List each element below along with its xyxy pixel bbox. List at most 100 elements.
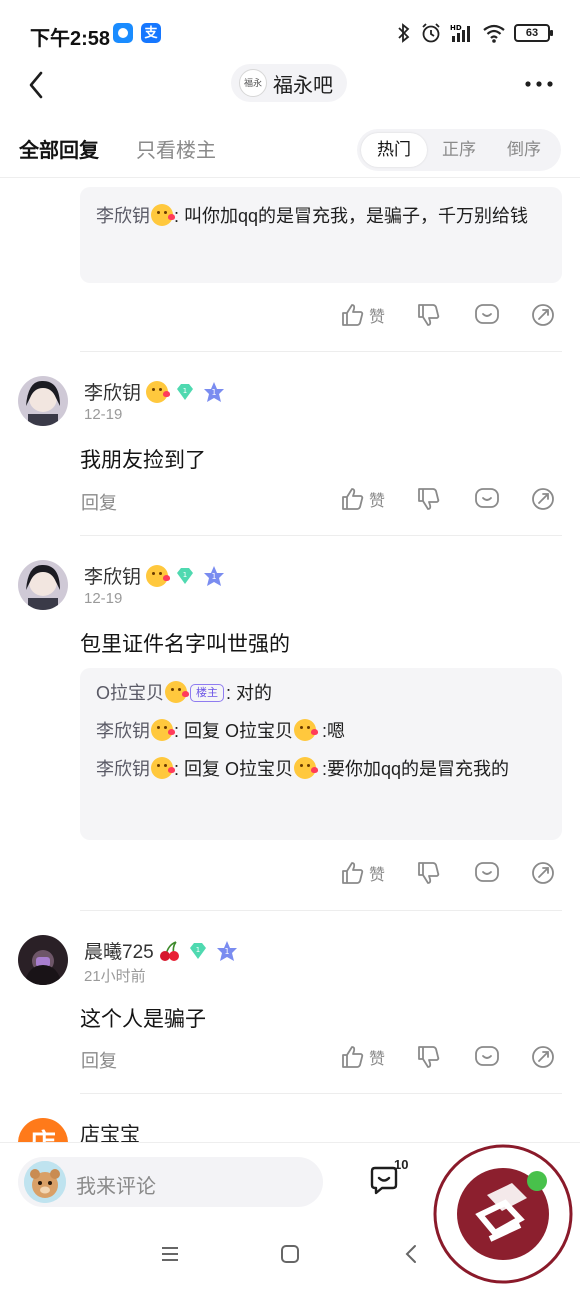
avatar[interactable]: 店 <box>18 1118 68 1142</box>
post-author[interactable]: 李欣钥 1 1 <box>84 378 225 405</box>
wifi-icon <box>483 24 505 43</box>
back-arrow-icon[interactable] <box>22 70 52 100</box>
share-icon[interactable] <box>530 486 556 512</box>
home-icon[interactable] <box>278 1242 302 1266</box>
back-icon[interactable] <box>400 1242 424 1266</box>
post-author[interactable]: 晨曦725 1 1 <box>84 937 238 964</box>
next-post-peek: 店 店宝宝 <box>0 1112 580 1142</box>
like-button[interactable]: 赞 <box>340 860 385 886</box>
sort-descending[interactable]: 倒序 <box>491 133 557 167</box>
sort-hot[interactable]: 热门 <box>361 133 427 167</box>
post-date: 21小时前 <box>84 968 146 985</box>
post-actions: 回复 赞 <box>0 482 580 522</box>
comment-icon[interactable] <box>474 860 500 886</box>
post-actions: 赞 <box>0 298 580 338</box>
status-time: 下午2:58 <box>30 28 111 50</box>
like-label: 赞 <box>369 493 386 510</box>
post-author[interactable]: 李欣钥 1 1 <box>84 562 225 589</box>
kiss-emoji-icon <box>151 204 175 226</box>
thumbs-down-icon[interactable] <box>416 486 442 512</box>
tab-op-only[interactable]: 只看楼主 <box>136 134 216 163</box>
user-avatar <box>24 1161 66 1203</box>
post-date: 12-19 <box>84 406 123 423</box>
alipay-icon: 支 <box>141 23 161 43</box>
comment-placeholder: 我来评论 <box>76 1176 156 1198</box>
level-badge-icon: 1 <box>204 565 225 586</box>
comment-icon[interactable] <box>474 302 500 328</box>
svg-text:1: 1 <box>183 387 187 395</box>
post-actions: 回复 赞 <box>0 1040 580 1080</box>
forum-avatar: 福永 <box>239 69 267 97</box>
author-name[interactable]: 李欣钥 <box>84 378 141 405</box>
sub-reply-box[interactable]: O拉宝贝 楼主: 对的 李欣钥: 回复 O拉宝贝 :嗯 李欣钥: 回复 O拉宝贝 … <box>80 668 562 840</box>
share-icon[interactable] <box>530 860 556 886</box>
kiss-emoji-icon <box>146 564 171 587</box>
svg-text:1: 1 <box>195 946 199 954</box>
forum-name: 福永吧 <box>273 74 333 97</box>
status-bar: 下午2:58 支 HD 63 <box>0 0 580 60</box>
sub-reply-author[interactable]: 李欣钥 <box>96 721 150 741</box>
tab-all-replies[interactable]: 全部回复 <box>19 134 99 163</box>
forum-pill[interactable]: 福永 福永吧 <box>231 64 347 102</box>
divider <box>80 1093 562 1094</box>
comment-icon[interactable] <box>474 486 500 512</box>
like-button[interactable]: 赞 <box>340 302 385 328</box>
like-label: 赞 <box>369 867 386 884</box>
sub-reply-author[interactable]: 李欣钥 <box>96 206 150 226</box>
kiss-emoji-icon <box>294 757 319 779</box>
post-body: 包里证件名字叫世强的 <box>80 633 290 656</box>
post-body: 这个人是骗子 <box>80 1008 206 1031</box>
sort-ascending[interactable]: 正序 <box>426 133 492 167</box>
reply-button[interactable]: 回复 <box>81 1047 117 1073</box>
battery-icon: 63 <box>514 24 553 42</box>
diamond-badge-icon: 1 <box>189 942 206 959</box>
author-name[interactable]: 晨曦725 <box>84 937 154 964</box>
reply-tabs: 全部回复 只看楼主 热门 正序 倒序 <box>0 122 580 178</box>
sub-reply-prefix: : 回复 O拉宝贝 <box>174 721 294 741</box>
comment-input[interactable]: 我来评论 <box>18 1157 323 1207</box>
avatar[interactable] <box>18 376 68 426</box>
comment-count: 10 <box>394 1157 409 1172</box>
top-nav: 福永 福永吧 <box>0 60 580 108</box>
sub-reply-text: : 叫你加qq的是冒充我，是骗子，千万别给钱 <box>174 206 529 226</box>
cherry-emoji-icon <box>159 940 179 961</box>
bluetooth-icon <box>398 23 410 43</box>
sub-reply-author[interactable]: O拉宝贝 <box>96 683 164 703</box>
like-button[interactable]: 赞 <box>340 486 385 512</box>
svg-text:1: 1 <box>224 947 229 956</box>
sub-reply-line: 李欣钥: 回复 O拉宝贝 :要你加qq的是冒充我的 <box>96 750 546 788</box>
thumbs-down-icon[interactable] <box>416 302 442 328</box>
sub-reply-text: :要你加qq的是冒充我的 <box>317 759 510 779</box>
thumbs-up-icon <box>342 488 364 510</box>
avatar[interactable] <box>18 935 68 985</box>
level-badge-icon: 1 <box>216 940 237 961</box>
level-badge-icon: 1 <box>204 381 225 402</box>
reply-post: 晨曦725 1 1 21小时前 这个人是骗子 <box>0 935 580 1045</box>
menu-icon[interactable] <box>158 1242 182 1266</box>
avatar[interactable] <box>18 560 68 610</box>
sub-reply-box[interactable]: 李欣钥 : 叫你加qq的是冒充我，是骗子，千万别给钱 <box>80 187 562 283</box>
sort-toggle: 热门 正序 倒序 <box>357 129 561 171</box>
post-author[interactable]: 店宝宝 <box>80 1118 140 1142</box>
svg-text:HD: HD <box>450 24 462 32</box>
kiss-emoji-icon <box>151 757 175 779</box>
comment-icon[interactable] <box>474 1044 500 1070</box>
svg-text:1: 1 <box>211 388 216 397</box>
alarm-icon <box>422 23 440 43</box>
post-actions: 赞 <box>0 856 580 896</box>
sub-reply-author[interactable]: 李欣钥 <box>96 759 150 779</box>
sub-reply-text: :嗯 <box>317 721 346 741</box>
more-icon[interactable] <box>524 74 554 94</box>
kiss-emoji-icon <box>165 681 190 703</box>
share-icon[interactable] <box>530 1044 556 1070</box>
signal-icon: HD <box>450 24 470 42</box>
sub-reply-line: 李欣钥 : 回复 O拉宝贝 :嗯 <box>96 712 546 750</box>
thumbs-down-icon[interactable] <box>416 1044 442 1070</box>
thumbs-down-icon[interactable] <box>416 860 442 886</box>
author-name[interactable]: 李欣钥 <box>84 562 141 589</box>
like-button[interactable]: 赞 <box>340 1044 385 1070</box>
reply-button[interactable]: 回复 <box>81 489 117 515</box>
diamond-badge-icon: 1 <box>177 383 194 400</box>
share-icon[interactable] <box>530 302 556 328</box>
divider <box>80 910 562 911</box>
